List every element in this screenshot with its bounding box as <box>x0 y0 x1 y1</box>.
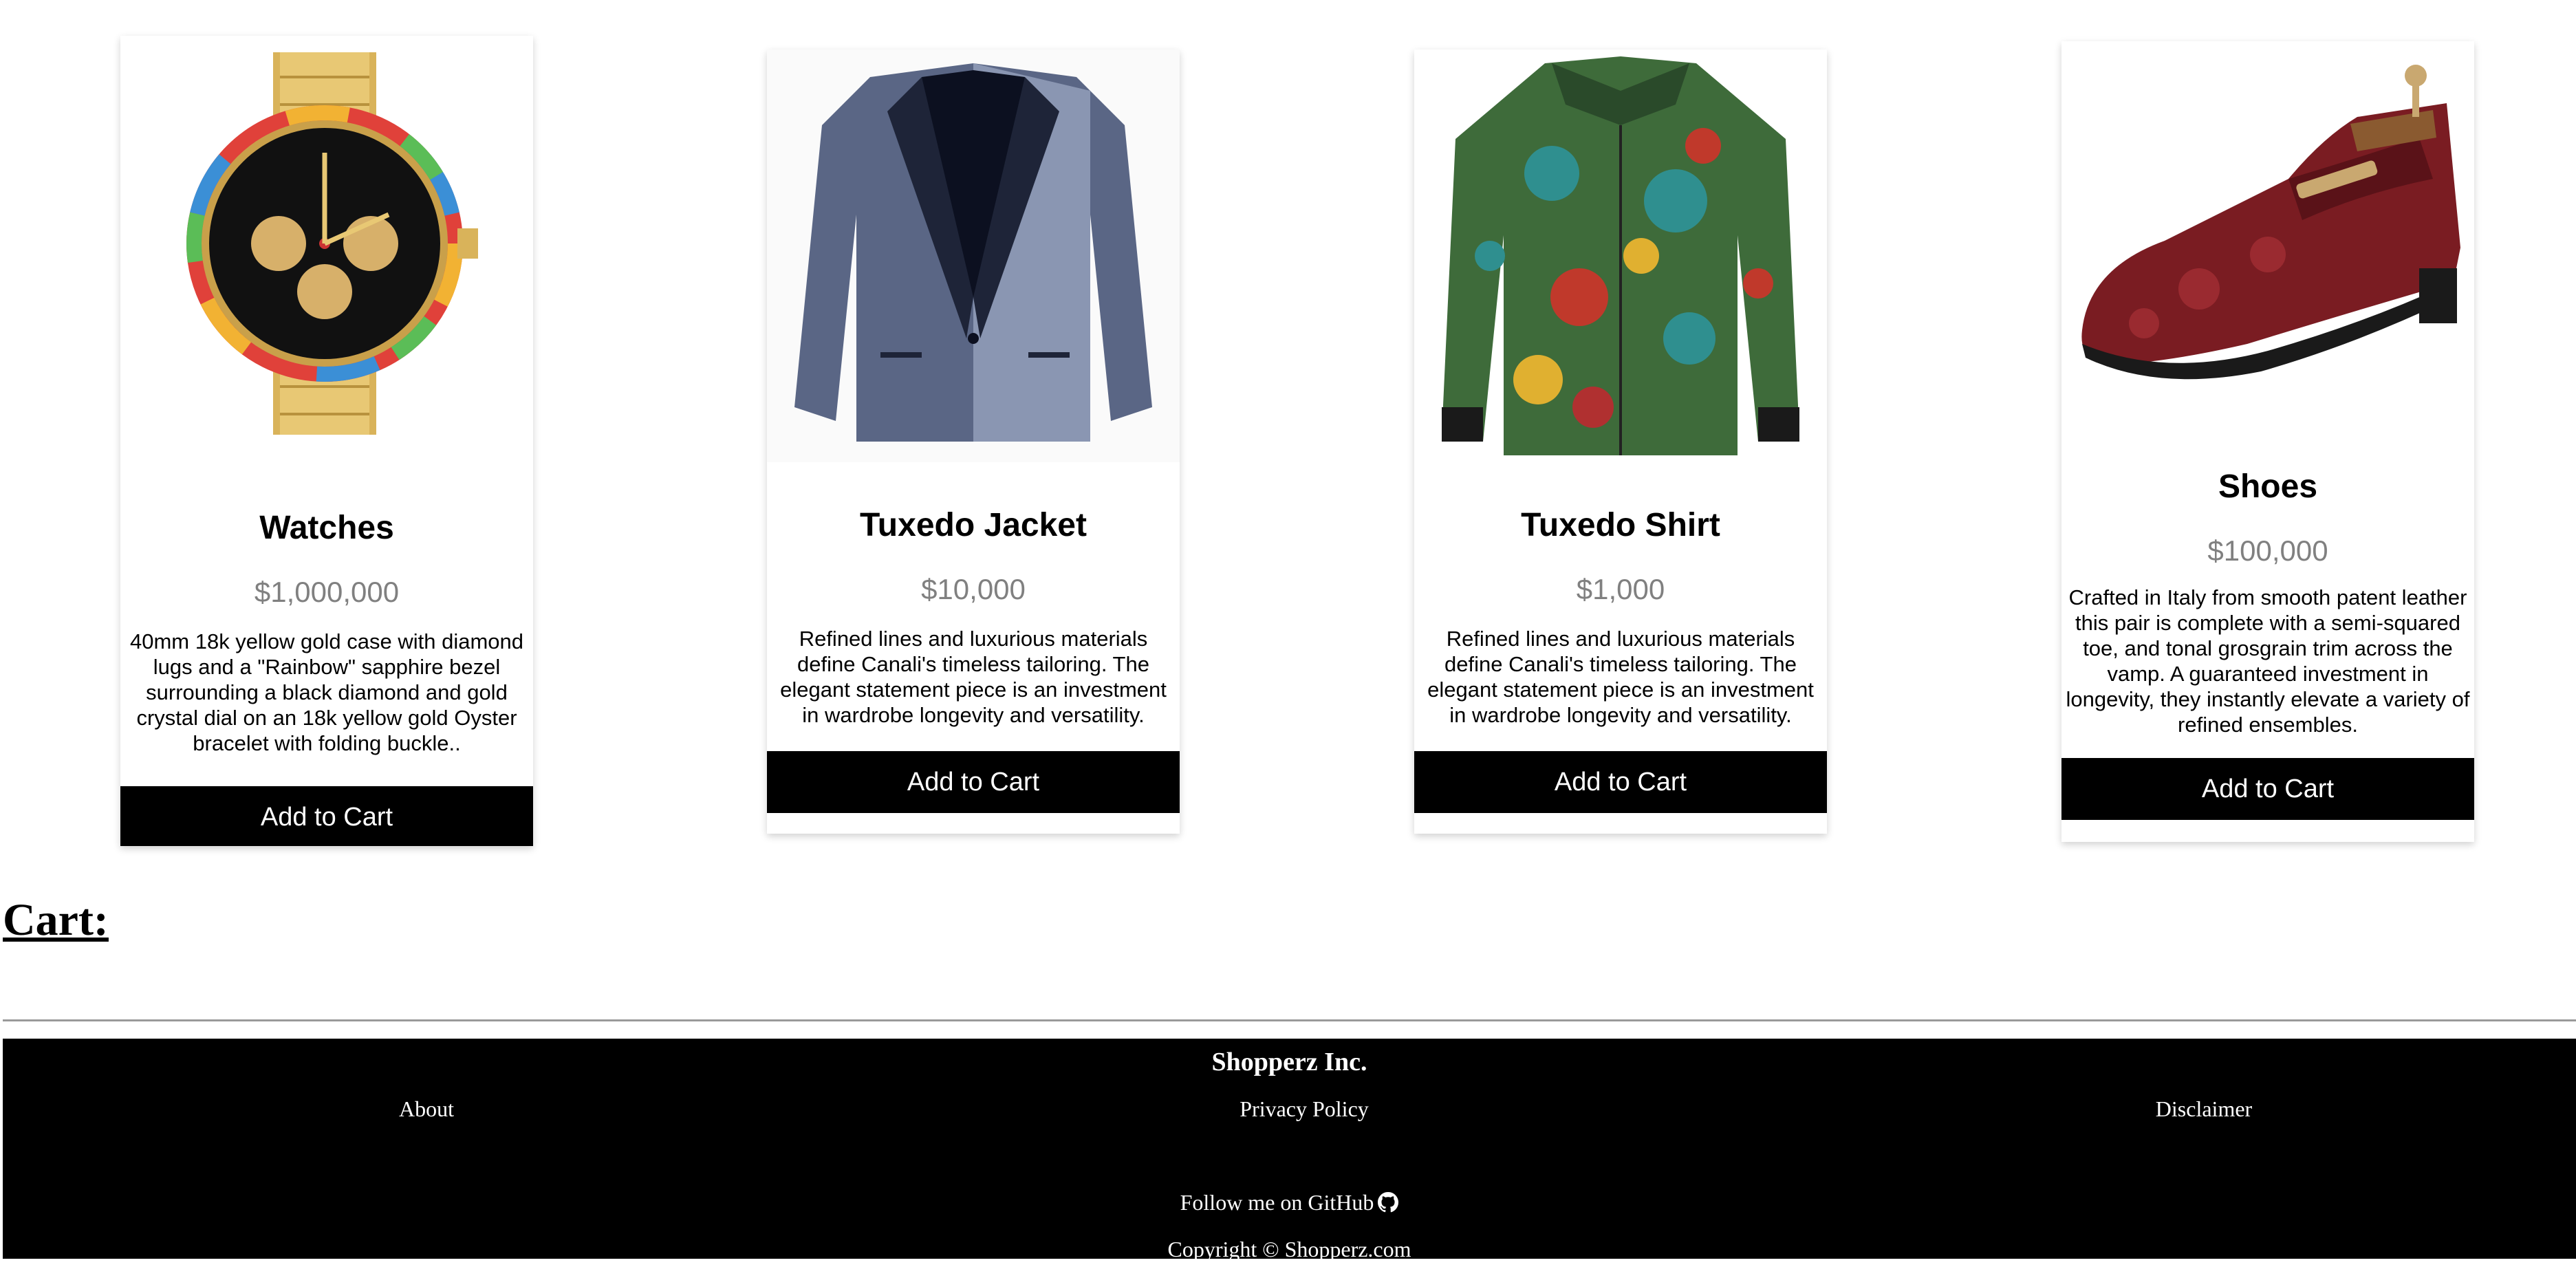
product-card-tuxedo-shirt: Tuxedo Shirt $1,000 Refined lines and lu… <box>1414 50 1827 834</box>
product-price: $1,000 <box>1576 573 1665 605</box>
product-card-tuxedo-jacket: Tuxedo Jacket $10,000 Refined lines and … <box>767 50 1180 834</box>
watch-image <box>120 36 533 448</box>
product-description: Crafted in Italy from smooth patent leat… <box>2066 585 2470 737</box>
divider <box>3 1019 2576 1021</box>
add-to-cart-button[interactable]: Add to Cart <box>2061 758 2474 820</box>
bottom-strip <box>3 1259 2576 1267</box>
footer-link-privacy-policy[interactable]: Privacy Policy <box>1240 1096 1369 1122</box>
add-to-cart-button[interactable]: Add to Cart <box>120 786 533 846</box>
footer: Shopperz Inc. About Privacy Policy Discl… <box>3 1039 2576 1261</box>
product-card-shoes: Shoes $100,000 Crafted in Italy from smo… <box>2061 41 2474 842</box>
add-to-cart-button[interactable]: Add to Cart <box>767 751 1180 813</box>
product-card-watches: Watches $1,000,000 40mm 18k yellow gold … <box>120 36 533 846</box>
jacket-image <box>767 50 1180 462</box>
follow-text: Follow me on GitHub <box>1180 1190 1374 1215</box>
product-title: Tuxedo Shirt <box>1521 507 1720 543</box>
product-description: 40mm 18k yellow gold case with diamond l… <box>129 629 524 755</box>
product-price: $100,000 <box>2207 534 2328 567</box>
product-description: Refined lines and luxurious materials de… <box>1427 627 1814 727</box>
shoe-image <box>2061 41 2474 426</box>
add-to-cart-button[interactable]: Add to Cart <box>1414 751 1827 813</box>
product-price: $1,000,000 <box>254 576 400 608</box>
github-icon[interactable] <box>1378 1192 1399 1213</box>
shirt-image <box>1414 50 1827 462</box>
product-description: Refined lines and luxurious materials de… <box>780 627 1167 727</box>
product-price: $10,000 <box>921 573 1026 605</box>
cart-heading: Cart: <box>3 895 109 945</box>
product-title: Watches <box>259 510 394 546</box>
footer-link-disclaimer[interactable]: Disclaimer <box>2156 1096 2252 1122</box>
product-title: Shoes <box>2218 468 2318 505</box>
product-title: Tuxedo Jacket <box>860 507 1087 543</box>
footer-follow[interactable]: Follow me on GitHub <box>3 1190 2576 1215</box>
footer-link-about[interactable]: About <box>399 1096 454 1122</box>
footer-brand: Shopperz Inc. <box>1211 1048 1367 1076</box>
